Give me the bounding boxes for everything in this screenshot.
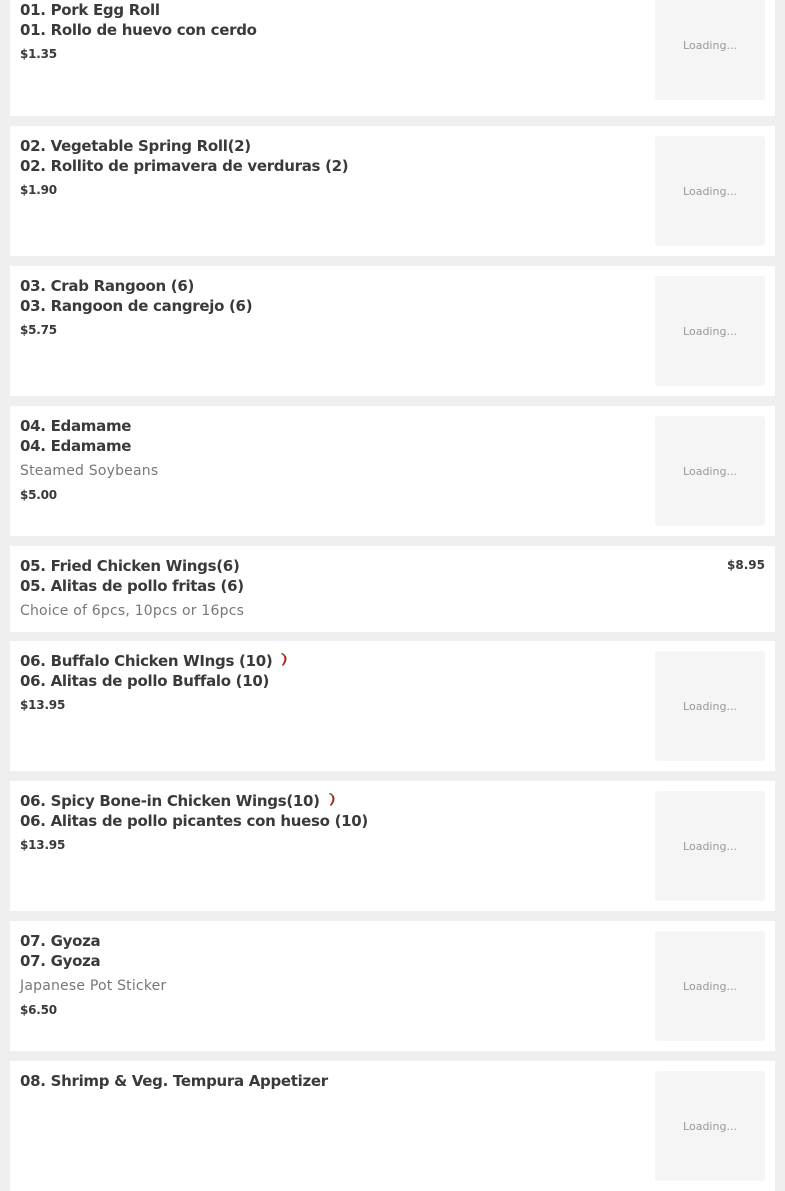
menu-item-card[interactable]: 04. Edamame 04. Edamame Steamed Soybeans $5… xyxy=(10,406,775,536)
spicy-pepper-icon xyxy=(278,652,290,666)
item-name-spanish: 04. Edamame xyxy=(20,437,132,455)
menu-item-info: 07. Gyoza 07. Gyoza Japanese Pot Sticker $6… xyxy=(20,931,645,1018)
item-name-spanish: 02. Rollito de primavera de verduras (2) xyxy=(20,157,349,175)
item-image-placeholder[interactable]: Loading... xyxy=(655,0,765,100)
item-name-spanish: 03. Rangoon de cangrejo (6) xyxy=(20,297,253,315)
item-name-text: 02. Vegetable Spring Roll(2) xyxy=(20,137,251,155)
item-image-placeholder[interactable]: Loading... xyxy=(655,931,765,1041)
item-price: $13.95 xyxy=(20,698,66,712)
item-image-placeholder[interactable]: Loading... xyxy=(655,791,765,901)
item-name-text: 03. Crab Rangoon (6) xyxy=(20,277,195,295)
loading-label: Loading... xyxy=(683,699,737,713)
item-name: 02. Vegetable Spring Roll(2) xyxy=(20,136,645,156)
menu-item-card[interactable]: 05. Fried Chicken Wings(6) 05. Alitas de … xyxy=(10,546,775,632)
item-name-text: 08. Shrimp & Veg. Tempura Appetizer xyxy=(20,1072,328,1090)
menu-item-info: 01. Pork Egg Roll 01. Rollo de huevo con … xyxy=(20,0,645,62)
loading-label: Loading... xyxy=(683,184,737,198)
item-name: 06. Spicy Bone-in Chicken Wings(10) xyxy=(20,791,645,811)
item-description: Choice of 6pcs, 10pcs or 16pcs xyxy=(20,603,245,619)
item-price: $6.50 xyxy=(20,1003,57,1017)
item-name-spanish: 06. Alitas de pollo Buffalo (10) xyxy=(20,672,270,690)
item-image-placeholder[interactable]: Loading... xyxy=(655,136,765,246)
spicy-pepper-icon xyxy=(326,792,338,806)
menu-item-card[interactable]: 06. Buffalo Chicken WIngs (10) 06. Alitas… xyxy=(10,641,775,771)
item-name-text: 05. Fried Chicken Wings(6) xyxy=(20,557,240,575)
item-description: Steamed Soybeans xyxy=(20,463,159,479)
menu-item-card[interactable]: 03. Crab Rangoon (6) 03. Rangoon de cangr… xyxy=(10,266,775,396)
menu-item-info: 04. Edamame 04. Edamame Steamed Soybeans $5… xyxy=(20,416,645,503)
item-name-spanish: 01. Rollo de huevo con cerdo xyxy=(20,21,257,39)
item-name-text: 01. Pork Egg Roll xyxy=(20,1,160,19)
loading-label: Loading... xyxy=(683,324,737,338)
menu-item-info: 06. Buffalo Chicken WIngs (10) 06. Alitas… xyxy=(20,651,645,713)
item-name-text: 06. Buffalo Chicken WIngs (10) xyxy=(20,652,273,670)
loading-label: Loading... xyxy=(683,839,737,853)
item-image-placeholder[interactable]: Loading... xyxy=(655,416,765,526)
item-name-spanish: 07. Gyoza xyxy=(20,952,101,970)
item-name-text: 06. Spicy Bone-in Chicken Wings(10) xyxy=(20,792,320,810)
item-image-placeholder[interactable]: Loading... xyxy=(655,651,765,761)
item-name-spanish: 05. Alitas de pollo fritas (6) xyxy=(20,577,244,595)
loading-label: Loading... xyxy=(683,1119,737,1133)
menu-item-card[interactable]: 02. Vegetable Spring Roll(2) 02. Rollito … xyxy=(10,126,775,256)
item-name-text: 07. Gyoza xyxy=(20,932,101,950)
menu-item-card[interactable]: 06. Spicy Bone-in Chicken Wings(10) 06. A… xyxy=(10,781,775,911)
loading-label: Loading... xyxy=(683,464,737,478)
item-name: 06. Buffalo Chicken WIngs (10) xyxy=(20,651,645,671)
item-name: 07. Gyoza xyxy=(20,931,645,951)
item-price: $5.00 xyxy=(20,488,57,502)
item-name: 03. Crab Rangoon (6) xyxy=(20,276,645,296)
item-price: $5.75 xyxy=(20,323,57,337)
item-name-spanish: 06. Alitas de pollo picantes con hueso (… xyxy=(20,812,368,830)
menu-item-card[interactable]: 07. Gyoza 07. Gyoza Japanese Pot Sticker $6… xyxy=(10,921,775,1051)
menu-item-info: 02. Vegetable Spring Roll(2) 02. Rollito … xyxy=(20,136,645,198)
item-price: $1.90 xyxy=(20,183,57,197)
item-name: 05. Fried Chicken Wings(6) xyxy=(20,556,645,576)
item-price: $13.95 xyxy=(20,838,66,852)
item-image-placeholder[interactable]: Loading... xyxy=(655,1071,765,1181)
menu-item-card[interactable]: 08. Shrimp & Veg. Tempura Appetizer Loadi… xyxy=(10,1061,775,1191)
menu-item-info: 08. Shrimp & Veg. Tempura Appetizer xyxy=(20,1071,645,1091)
item-name: 01. Pork Egg Roll xyxy=(20,0,645,20)
item-name-text: 04. Edamame xyxy=(20,417,132,435)
item-name: 04. Edamame xyxy=(20,416,645,436)
menu-item-info: 06. Spicy Bone-in Chicken Wings(10) 06. A… xyxy=(20,791,645,853)
item-price: $8.95 xyxy=(727,558,765,572)
item-image-placeholder[interactable]: Loading... xyxy=(655,276,765,386)
item-price: $1.35 xyxy=(20,47,57,61)
loading-label: Loading... xyxy=(683,979,737,993)
menu-item-info: 05. Fried Chicken Wings(6) 05. Alitas de … xyxy=(20,556,645,621)
menu-item-card[interactable]: 01. Pork Egg Roll 01. Rollo de huevo con … xyxy=(10,0,775,116)
item-description: Japanese Pot Sticker xyxy=(20,978,167,994)
menu-item-info: 03. Crab Rangoon (6) 03. Rangoon de cangr… xyxy=(20,276,645,338)
item-name: 08. Shrimp & Veg. Tempura Appetizer xyxy=(20,1071,645,1091)
loading-label: Loading... xyxy=(683,38,737,52)
